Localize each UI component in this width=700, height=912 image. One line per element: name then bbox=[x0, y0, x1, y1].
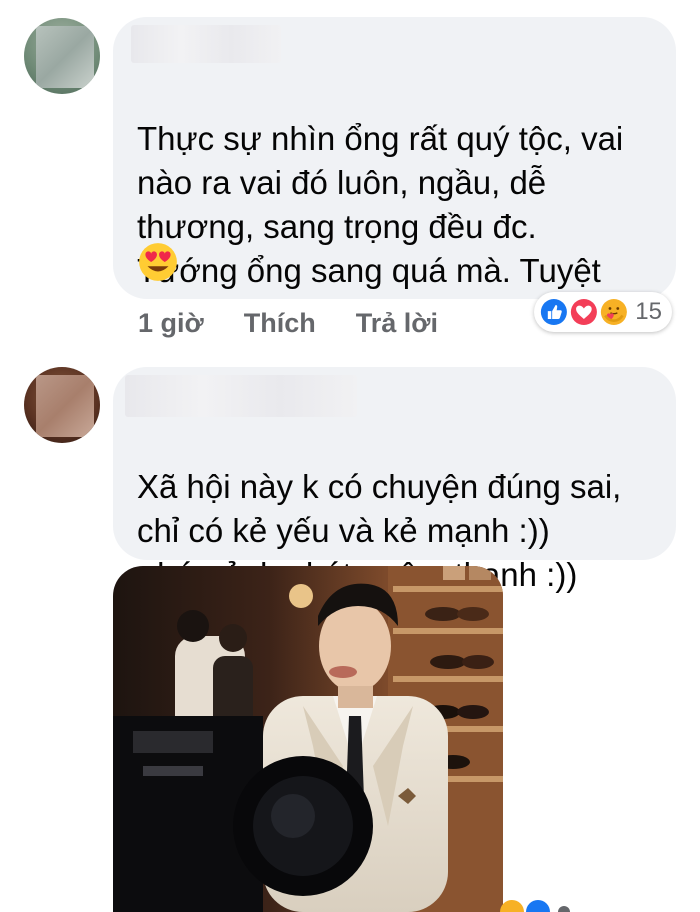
love-reaction-icon bbox=[567, 296, 600, 328]
commenter-name-redacted[interactable] bbox=[131, 25, 281, 63]
comment-photo[interactable] bbox=[113, 566, 503, 912]
comment-actions: 1 giờ Thích Trả lời bbox=[138, 308, 438, 339]
photo-content bbox=[113, 566, 503, 912]
reply-button[interactable]: Trả lời bbox=[356, 308, 438, 339]
comment-bubble: Thực sự nhìn ổng rất quý tộc, vai nào ra… bbox=[113, 17, 676, 299]
reaction-count: 15 bbox=[635, 298, 662, 325]
care-reaction-icon bbox=[597, 296, 630, 328]
commenter-name-redacted[interactable] bbox=[125, 375, 357, 417]
comment-time[interactable]: 1 giờ bbox=[138, 308, 204, 339]
commenter-avatar[interactable] bbox=[24, 367, 100, 443]
heart-eyes-emoji-icon bbox=[139, 243, 177, 281]
comment-text: Thực sự nhìn ổng rất quý tộc, vai nào ra… bbox=[137, 120, 624, 289]
like-reaction-icon bbox=[538, 296, 570, 328]
comment-bubble: Xã hội này k có chuyện đúng sai, chỉ có … bbox=[113, 367, 676, 593]
commenter-avatar[interactable] bbox=[24, 18, 100, 94]
photo-reaction-summary[interactable] bbox=[498, 900, 588, 912]
reaction-summary[interactable]: 15 bbox=[534, 292, 672, 332]
reaction-icons bbox=[500, 900, 570, 912]
like-button[interactable]: Thích bbox=[244, 308, 316, 339]
